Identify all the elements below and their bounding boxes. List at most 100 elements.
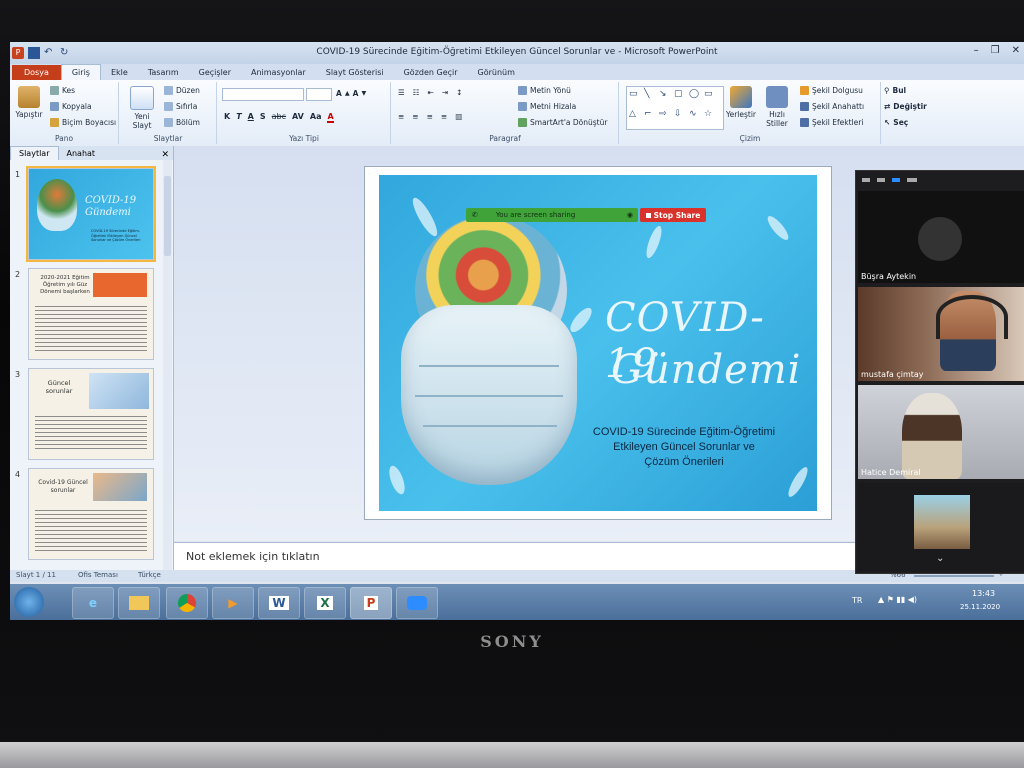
- section-button[interactable]: Bölüm: [164, 118, 200, 127]
- tab-view[interactable]: Görünüm: [468, 65, 525, 80]
- excel-icon[interactable]: X: [304, 587, 346, 619]
- strikethrough-button[interactable]: abc: [272, 112, 286, 123]
- tab-outline[interactable]: Anahat: [59, 147, 104, 160]
- select-button[interactable]: ↖ Seç: [884, 118, 908, 127]
- minimize-icon[interactable]: –: [974, 45, 979, 56]
- tray-icons[interactable]: ▲ ⚑ ▮▮ ◀): [878, 595, 917, 604]
- tab-file[interactable]: Dosya: [12, 65, 61, 80]
- speaker-view-icon[interactable]: [877, 178, 885, 182]
- bullets-icon[interactable]: ☰: [398, 88, 405, 97]
- oval-shape-icon[interactable]: ◯: [689, 89, 703, 108]
- slide-thumbnail-4[interactable]: Covid-19 Güncel sorunlar: [28, 468, 154, 560]
- participant-tile[interactable]: ⌄: [858, 483, 1024, 571]
- grid-view-icon[interactable]: [907, 178, 917, 182]
- bold-button[interactable]: K: [224, 112, 230, 123]
- increase-indent-icon[interactable]: ⇥: [442, 88, 448, 97]
- participant-tile[interactable]: Büşra Aytekin: [858, 191, 1024, 283]
- tab-transitions[interactable]: Geçişler: [189, 65, 241, 80]
- quick-styles-button[interactable]: Hızlı Stiller: [760, 86, 794, 128]
- clock-time[interactable]: 13:43: [972, 589, 995, 598]
- tab-review[interactable]: Gözden Geçir: [394, 65, 468, 80]
- close-icon[interactable]: ✕: [1012, 45, 1020, 56]
- arrange-button[interactable]: Yerleştir: [724, 86, 758, 119]
- language-indicator[interactable]: Türkçe: [138, 571, 161, 579]
- tab-slideshow[interactable]: Slayt Gösterisi: [316, 65, 394, 80]
- participant-tile[interactable]: mustafa çimtay: [858, 287, 1024, 381]
- slide-thumbnail-3[interactable]: Güncel sorunlar: [28, 368, 154, 460]
- participant-tile[interactable]: Hatice Demiral: [858, 385, 1024, 479]
- paste-button[interactable]: Yapıştır: [12, 86, 46, 119]
- align-center-icon[interactable]: ≡: [412, 112, 418, 121]
- triangle-shape-icon[interactable]: △: [629, 109, 643, 128]
- new-slide-button[interactable]: Yeni Slayt: [124, 86, 160, 130]
- tab-slides[interactable]: Slaytlar: [10, 146, 59, 160]
- text-direction-button[interactable]: Metin Yönü: [518, 86, 571, 95]
- media-player-icon[interactable]: ▶: [212, 587, 254, 619]
- explorer-icon[interactable]: [118, 587, 160, 619]
- shape-effects-button[interactable]: Şekil Efektleri: [800, 118, 863, 127]
- powerpoint-icon[interactable]: P: [350, 587, 392, 619]
- shape-outline-button[interactable]: Şekil Anahattı: [800, 102, 864, 111]
- spacing-button[interactable]: AV: [292, 112, 304, 123]
- grow-shrink-font[interactable]: A ▲ A ▼: [336, 89, 366, 98]
- shape-fill-button[interactable]: Şekil Dolgusu: [800, 86, 863, 95]
- font-size-combo[interactable]: [306, 88, 332, 101]
- curve-shape-icon[interactable]: ∿: [689, 109, 703, 128]
- shapes-gallery[interactable]: ▭ ╲ ↘ ▢ ◯ ▭ △ ⌐ ⇨ ⇩ ∿ ☆: [626, 86, 724, 130]
- layout-button[interactable]: Düzen: [164, 86, 200, 95]
- slide-thumbnail-2[interactable]: 2020-2021 Eğitim Öğretim yılı Güz Dönemi…: [28, 268, 154, 360]
- chrome-icon[interactable]: [166, 587, 208, 619]
- arrow-shape-icon[interactable]: ↘: [659, 89, 673, 108]
- columns-icon[interactable]: ▥: [455, 112, 462, 121]
- font-name-combo[interactable]: [222, 88, 304, 101]
- tab-animations[interactable]: Animasyonlar: [241, 65, 316, 80]
- align-text-button[interactable]: Metni Hizala: [518, 102, 576, 111]
- word-icon[interactable]: W: [258, 587, 300, 619]
- rectangle-shape-icon[interactable]: ▭: [629, 89, 643, 108]
- font-color-button[interactable]: A: [327, 112, 334, 123]
- rect2-shape-icon[interactable]: ▢: [674, 89, 688, 108]
- gallery-view-icon[interactable]: [892, 178, 900, 182]
- close-icon[interactable]: ✕: [161, 150, 169, 160]
- slides-panel-scrollbar[interactable]: [163, 160, 172, 578]
- ie-icon[interactable]: e: [72, 587, 114, 619]
- cut-button[interactable]: Kes: [50, 86, 75, 95]
- line-shape-icon[interactable]: ╲: [644, 89, 658, 108]
- scrollbar-thumb[interactable]: [164, 176, 171, 256]
- tab-insert[interactable]: Ekle: [101, 65, 138, 80]
- smartart-button[interactable]: SmartArt'a Dönüştür: [518, 118, 607, 127]
- slide-subtitle[interactable]: COVID-19 Sürecinde Eğitim-Öğretimi Etkil…: [569, 425, 799, 470]
- line-spacing-icon[interactable]: ↕: [456, 88, 462, 97]
- reset-button[interactable]: Sıfırla: [164, 102, 197, 111]
- justify-icon[interactable]: ≡: [441, 112, 447, 121]
- tab-home[interactable]: Giriş: [60, 64, 101, 80]
- align-right-icon[interactable]: ≡: [427, 112, 433, 121]
- align-left-icon[interactable]: ≡: [398, 112, 404, 121]
- zoom-slider[interactable]: [914, 575, 994, 577]
- tab-design[interactable]: Tasarım: [138, 65, 189, 80]
- stop-share-button[interactable]: Stop Share: [640, 208, 706, 222]
- find-button[interactable]: ⚲ Bul: [884, 86, 906, 95]
- screen-sharing-bar[interactable]: ✆ You are screen sharing ◉: [466, 208, 638, 222]
- decrease-indent-icon[interactable]: ⇤: [427, 88, 433, 97]
- copy-button[interactable]: Kopyala: [50, 102, 92, 111]
- maximize-icon[interactable]: ❐: [991, 45, 1000, 56]
- roundrect-shape-icon[interactable]: ▭: [704, 89, 718, 108]
- star-shape-icon[interactable]: ☆: [704, 109, 718, 128]
- slide-thumbnail-1[interactable]: COVID-19 Gündemi COVID-19 Sürecinde Eğit…: [26, 166, 156, 262]
- replace-button[interactable]: ⇄ Değiştir: [884, 102, 927, 111]
- minimize-icon[interactable]: [862, 178, 870, 182]
- numbering-icon[interactable]: ☷: [413, 88, 420, 97]
- start-button[interactable]: [14, 587, 44, 617]
- change-case-button[interactable]: Aa: [310, 112, 322, 123]
- chevron-down-icon[interactable]: ⌄: [936, 553, 944, 564]
- underline-button[interactable]: A: [248, 112, 254, 123]
- slide-title-line2[interactable]: Gündemi: [611, 347, 801, 393]
- block-arrow-icon[interactable]: ⇨: [659, 109, 673, 128]
- connector-shape-icon[interactable]: ⌐: [644, 109, 658, 128]
- zoom-app-icon[interactable]: [396, 587, 438, 619]
- italic-button[interactable]: T: [236, 112, 241, 123]
- clock-date[interactable]: 25.11.2020: [960, 603, 1000, 611]
- down-arrow-icon[interactable]: ⇩: [674, 109, 688, 128]
- format-painter-button[interactable]: Biçim Boyacısı: [50, 118, 116, 127]
